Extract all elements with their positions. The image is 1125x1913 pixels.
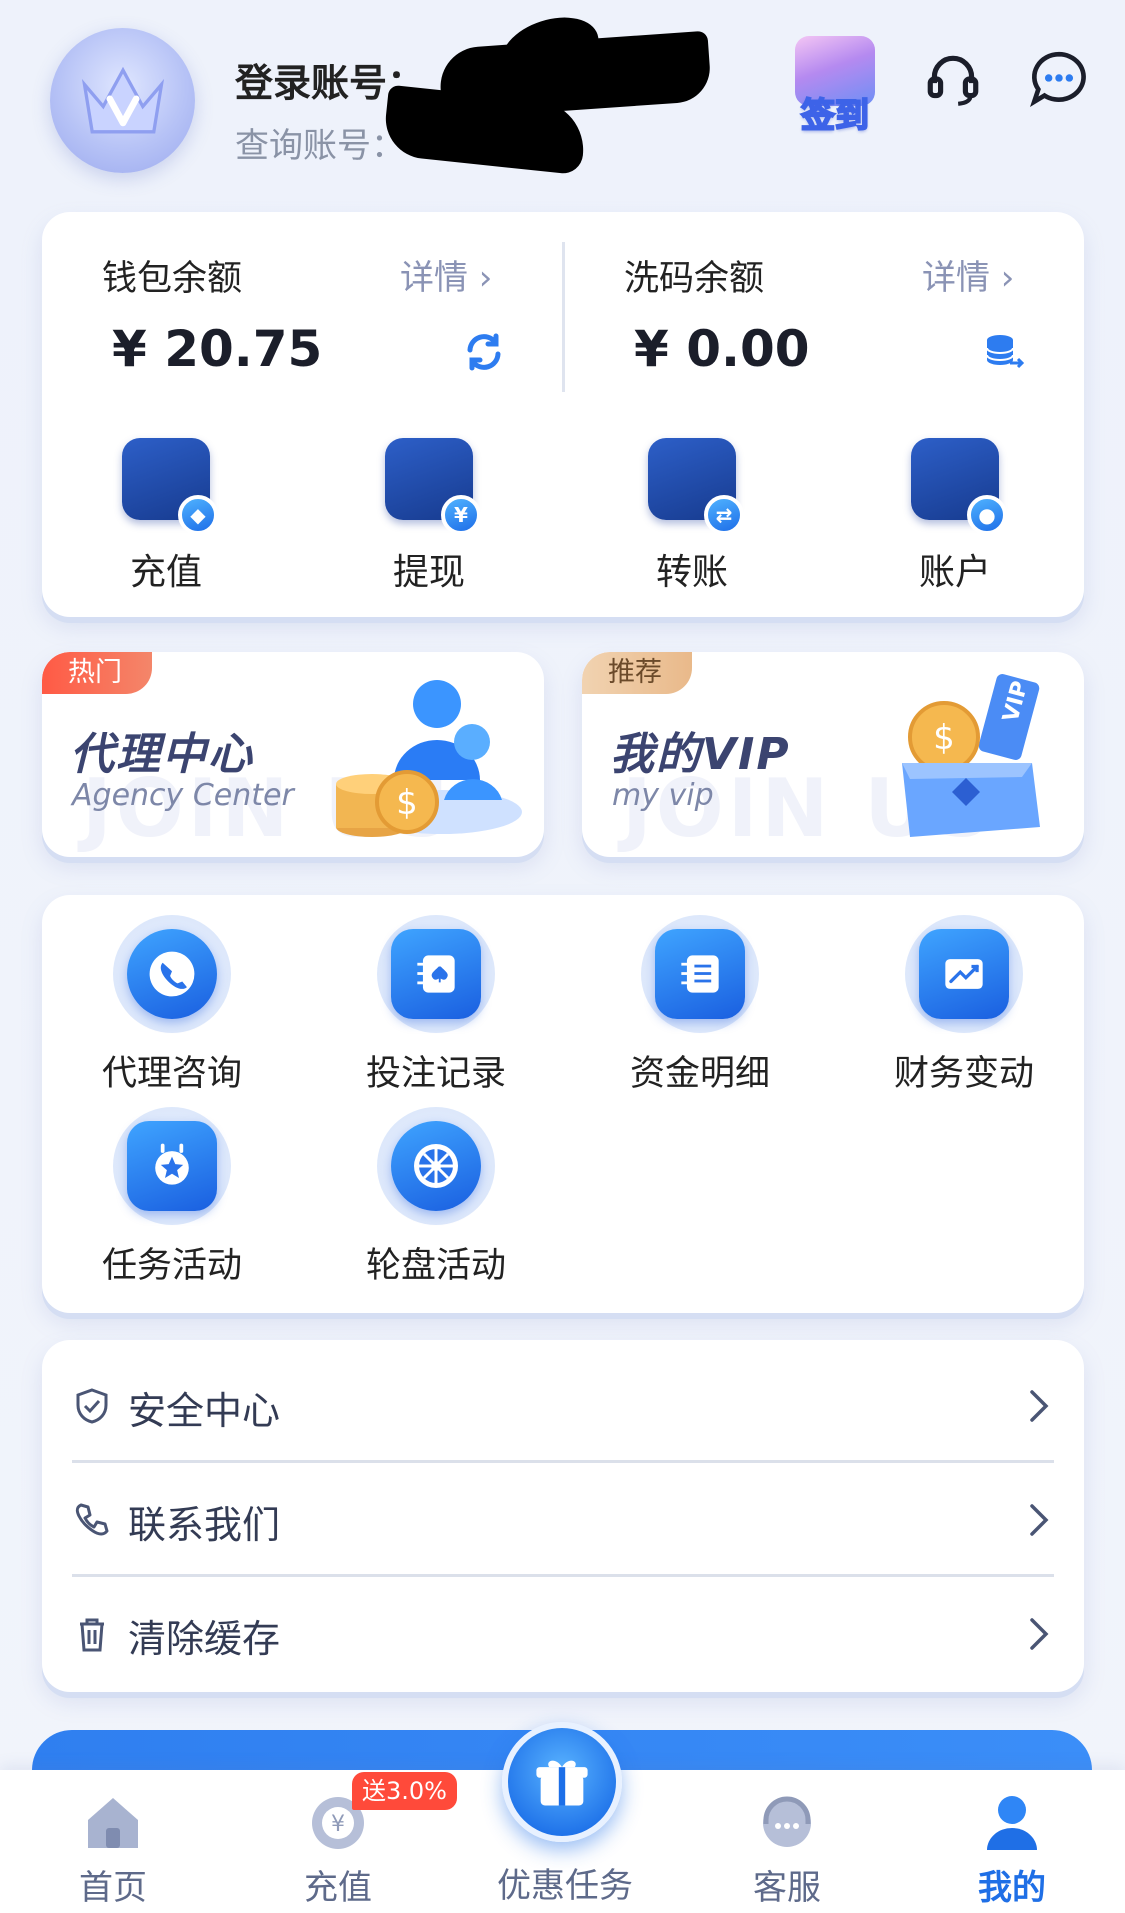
account-icon: ● xyxy=(905,434,1007,535)
finance-changes-label: 财务变动 xyxy=(893,1054,1034,1094)
agency-center-card[interactable]: JOIN US 热门 代理中心 Agency Center $ xyxy=(42,652,544,857)
menu-item-security-label: 安全中心 xyxy=(128,1389,281,1433)
wallet-balance-title: 钱包余额 xyxy=(102,259,243,299)
agency-center-title: 代理中心 xyxy=(70,729,254,780)
card-icon: ¥ xyxy=(379,434,481,535)
wheel-icon xyxy=(391,1121,481,1211)
query-account-label: 查询账号： xyxy=(235,126,405,166)
account-action[interactable]: ● 账户 xyxy=(865,434,1045,594)
fund-details-label: 资金明细 xyxy=(629,1054,770,1094)
rebate-balance-amount: ¥ 0.00 xyxy=(634,320,810,378)
profile-header: 登录账号： 查询账号： 签到 xyxy=(0,0,1125,200)
tab-mine[interactable]: 我的 xyxy=(942,1790,1082,1909)
rebate-detail-link[interactable]: 详情 › xyxy=(922,250,1014,299)
my-vip-card[interactable]: JOIN US 推荐 我的VIP my vip VIP $ xyxy=(582,652,1084,857)
ledger-icon xyxy=(655,929,745,1019)
chevron-right-icon xyxy=(1024,1614,1054,1654)
menu-item-clear-cache[interactable]: 清除缓存 xyxy=(72,1578,1054,1691)
headset-icon[interactable] xyxy=(922,48,984,110)
my-vip-title: 我的VIP xyxy=(610,729,791,780)
wallet-detail-link[interactable]: 详情 › xyxy=(400,250,492,299)
deposit-action[interactable]: ◆ 充值 xyxy=(76,434,256,594)
transfer-action-label: 转账 xyxy=(655,552,728,593)
rebate-balance-title: 洗码余额 xyxy=(624,259,765,299)
deposit-action-label: 充值 xyxy=(129,552,202,593)
chat-icon[interactable] xyxy=(1028,48,1090,110)
notebook-icon xyxy=(391,929,481,1019)
agent-consult-label: 代理咨询 xyxy=(101,1054,242,1094)
tab-promotions-label: 优惠任务 xyxy=(497,1866,633,1906)
chevron-right-icon xyxy=(1024,1386,1054,1426)
withdraw-action-label: 提现 xyxy=(392,552,465,593)
calendar-star-icon xyxy=(127,1121,217,1211)
database-icon[interactable] xyxy=(982,330,1026,374)
fund-details-item[interactable]: 资金明细 xyxy=(590,915,810,1094)
tab-support-label: 客服 xyxy=(753,1868,821,1908)
phone-icon xyxy=(127,929,217,1019)
avatar[interactable] xyxy=(50,28,195,173)
deposit-bonus-badge: 送3.0% xyxy=(352,1772,457,1810)
bet-records-label: 投注记录 xyxy=(365,1054,506,1094)
trash-icon xyxy=(72,1614,112,1654)
user-icon xyxy=(979,1790,1045,1856)
support-icon xyxy=(754,1790,820,1856)
checkin-label: 签到 xyxy=(800,95,870,137)
svg-text:$: $ xyxy=(933,718,955,758)
agent-consult-item[interactable]: 代理咨询 xyxy=(62,915,282,1094)
wallet-icon: ◆ xyxy=(116,434,218,535)
checkin-button[interactable]: 签到 xyxy=(785,28,885,137)
gift-icon xyxy=(536,1760,588,1806)
balance-divider xyxy=(562,242,565,392)
transfer-action[interactable]: ⇄ 转账 xyxy=(602,434,782,594)
crown-icon xyxy=(81,66,164,133)
agency-illustration-icon: $ xyxy=(336,680,522,837)
menu-item-contact[interactable]: 联系我们 xyxy=(72,1464,1054,1577)
chart-icon xyxy=(919,929,1009,1019)
tab-deposit-label: 充值 xyxy=(304,1868,372,1908)
menu-divider xyxy=(72,1574,1054,1577)
menu-item-clear-cache-label: 清除缓存 xyxy=(128,1617,281,1661)
svg-text:$: $ xyxy=(396,783,418,823)
wallet-card: 钱包余额 详情 › ¥ 20.75 洗码余额 详情 › ¥ 0.00 ◆ 充值 … xyxy=(42,212,1084,617)
shield-icon xyxy=(72,1386,112,1426)
finance-changes-item[interactable]: 财务变动 xyxy=(854,915,1074,1094)
tab-home[interactable]: 首页 xyxy=(43,1790,183,1909)
recommend-tag: 推荐 xyxy=(582,652,692,694)
tab-home-label: 首页 xyxy=(79,1868,147,1908)
refresh-icon[interactable] xyxy=(462,330,506,374)
my-vip-subtitle: my vip xyxy=(612,778,714,813)
bet-records-item[interactable]: 投注记录 xyxy=(326,915,546,1094)
tab-support[interactable]: 客服 xyxy=(717,1790,857,1909)
withdraw-action[interactable]: ¥ 提现 xyxy=(339,434,519,594)
hot-tag: 热门 xyxy=(42,652,152,694)
task-activity-item[interactable]: 任务活动 xyxy=(62,1107,282,1286)
phone-outline-icon xyxy=(72,1500,112,1540)
transfer-icon: ⇄ xyxy=(642,434,744,535)
vip-chest-icon: VIP $ xyxy=(902,674,1040,837)
menu-divider xyxy=(72,1460,1054,1463)
menu-item-contact-label: 联系我们 xyxy=(128,1503,281,1547)
wheel-activity-item[interactable]: 轮盘活动 xyxy=(326,1107,546,1286)
wheel-activity-label: 轮盘活动 xyxy=(365,1246,506,1286)
services-card: 代理咨询 投注记录 资金明细 财务变动 任务活动 轮盘活动 xyxy=(42,895,1084,1313)
tab-mine-label: 我的 xyxy=(978,1868,1046,1908)
settings-menu: 安全中心 联系我们 清除缓存 xyxy=(42,1340,1084,1692)
tab-promotions[interactable] xyxy=(502,1722,622,1842)
account-action-label: 账户 xyxy=(918,552,991,593)
menu-item-security[interactable]: 安全中心 xyxy=(72,1350,1054,1463)
chevron-right-icon xyxy=(1024,1500,1054,1540)
agency-center-subtitle: Agency Center xyxy=(72,778,294,813)
svg-text:¥: ¥ xyxy=(331,1812,345,1837)
task-activity-label: 任务活动 xyxy=(101,1246,242,1286)
wallet-balance-amount: ¥ 20.75 xyxy=(112,320,323,378)
home-icon xyxy=(80,1790,146,1856)
